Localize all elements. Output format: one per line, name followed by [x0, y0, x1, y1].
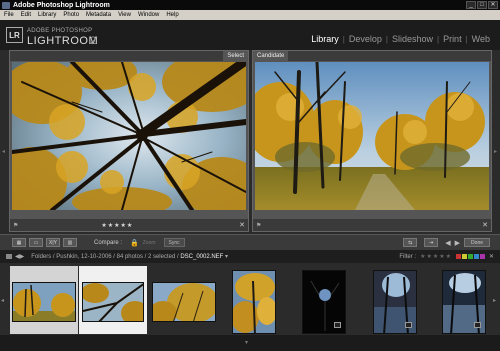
- menu-edit[interactable]: Edit: [21, 12, 31, 18]
- next-photo-icon[interactable]: ▶: [455, 239, 460, 247]
- filter-stars[interactable]: ★★★★★: [420, 253, 452, 260]
- module-develop[interactable]: Develop: [349, 34, 382, 44]
- compare-view-button[interactable]: X|Y: [46, 238, 60, 247]
- lightroom-logo: LR: [6, 27, 23, 43]
- filmstrip-thumb[interactable]: [430, 266, 498, 334]
- candidate-pane-header: Candidate: [253, 51, 491, 61]
- edited-badge-icon: [334, 322, 341, 328]
- identity-bar: LR ADOBE PHOTOSHOP LIGHTROOM 2 Library |…: [0, 20, 500, 50]
- filmstrip: ◂ ▸: [0, 263, 500, 335]
- done-button[interactable]: Done: [464, 238, 490, 247]
- filmstrip-thumb[interactable]: [10, 266, 78, 334]
- filmstrip-scroll-left-icon[interactable]: ◂: [1, 297, 4, 304]
- menu-view[interactable]: View: [118, 12, 131, 18]
- toolbar-right: ⇆ ⇥ ◀ ▶ Done: [403, 238, 490, 247]
- green-label-icon[interactable]: [467, 254, 473, 259]
- filmstrip-scroll-right-icon[interactable]: ▸: [493, 297, 496, 304]
- menu-metadata[interactable]: Metadata: [86, 12, 111, 18]
- filmstrip-source-icon[interactable]: [6, 254, 12, 259]
- filmstrip-thumb[interactable]: [290, 266, 358, 334]
- thumbnail-image: [232, 270, 276, 334]
- compare-toolbar: ▦ ▭ X|Y ▥ Compare : 🔒 Zoom Sync ⇆ ⇥ ◀ ▶ …: [0, 234, 500, 250]
- chevron-down-icon[interactable]: ▾: [225, 254, 228, 260]
- menu-bar: File Edit Library Photo Metadata View Wi…: [0, 10, 500, 20]
- purple-label-icon[interactable]: [479, 254, 485, 259]
- compare-view: ◂ ▸ Select ⚑ ★★★★★ ✕ Candidate ⚑ ✕: [0, 50, 500, 234]
- bottom-panel-toggle-icon[interactable]: ▾: [245, 339, 248, 346]
- color-label-filter[interactable]: [455, 254, 485, 259]
- module-slideshow[interactable]: Slideshow: [392, 34, 433, 44]
- edited-badge-icon: [405, 322, 412, 328]
- red-label-icon[interactable]: [455, 254, 461, 259]
- close-candidate-icon[interactable]: ✕: [482, 221, 488, 229]
- blue-label-icon[interactable]: [473, 254, 479, 259]
- close-select-icon[interactable]: ✕: [239, 221, 245, 229]
- lock-icon[interactable]: 🔒: [130, 239, 139, 247]
- menu-help[interactable]: Help: [166, 12, 178, 18]
- app-icon: [2, 1, 10, 9]
- brand-title: LIGHTROOM: [27, 35, 99, 47]
- select-label: Select: [223, 51, 248, 61]
- flag-icon[interactable]: ⚑: [13, 222, 18, 229]
- candidate-photo[interactable]: [255, 62, 489, 210]
- current-filename: DSC_0002.NEF: [180, 254, 224, 260]
- menu-file[interactable]: File: [4, 12, 14, 18]
- menu-photo[interactable]: Photo: [63, 12, 79, 18]
- left-panel-toggle-icon[interactable]: ◂: [2, 148, 5, 155]
- module-separator: |: [342, 34, 345, 44]
- select-pane-header: Select: [10, 51, 248, 61]
- window-controls: _ □ ✕: [466, 1, 498, 9]
- yellow-label-icon[interactable]: [461, 254, 467, 259]
- brand-subtitle: ADOBE PHOTOSHOP: [27, 28, 93, 34]
- menu-window[interactable]: Window: [138, 12, 159, 18]
- minimize-button[interactable]: _: [466, 1, 476, 9]
- flag-icon[interactable]: ⚑: [256, 222, 261, 229]
- edited-badge-icon: [474, 322, 481, 328]
- maximize-button[interactable]: □: [477, 1, 487, 9]
- grid-view-icon[interactable]: ▦: [12, 238, 26, 247]
- candidate-label: Candidate: [253, 51, 289, 61]
- filmstrip-thumb[interactable]: [220, 266, 288, 334]
- candidate-pane-footer: ⚑ ✕: [253, 219, 491, 231]
- right-panel-toggle-icon[interactable]: ▸: [494, 148, 497, 155]
- thumbnail-image: [82, 282, 144, 322]
- select-photo[interactable]: [12, 62, 246, 210]
- filmstrip-thumb[interactable]: [150, 266, 218, 334]
- filmstrip-thumb[interactable]: [361, 266, 429, 334]
- select-pane[interactable]: Select ⚑ ★★★★★ ✕: [9, 50, 249, 232]
- loupe-view-icon[interactable]: ▭: [29, 238, 43, 247]
- module-print[interactable]: Print: [443, 34, 462, 44]
- thumbnail-image: [152, 282, 216, 322]
- source-breadcrumb[interactable]: Folders / Pushkin, 12-10-2006 / 84 photo…: [31, 253, 228, 260]
- module-picker: Library | Develop | Slideshow | Print | …: [311, 34, 490, 44]
- module-library[interactable]: Library: [311, 34, 339, 44]
- select-rating-stars[interactable]: ★★★★★: [101, 222, 133, 229]
- survey-view-icon[interactable]: ▥: [63, 238, 77, 247]
- module-separator: |: [436, 34, 440, 44]
- brand-version: 2: [90, 35, 97, 47]
- bottom-panel-bar: ▾: [0, 335, 500, 351]
- module-separator: |: [465, 34, 468, 44]
- zoom-slider[interactable]: Zoom: [143, 240, 156, 246]
- thumbnail-image: [12, 282, 76, 322]
- filter-label: Filter :: [399, 253, 417, 260]
- back-arrow-icon[interactable]: ◀▶: [15, 253, 24, 260]
- swap-icon[interactable]: ⇆: [403, 238, 418, 247]
- close-window-button[interactable]: ✕: [488, 1, 498, 9]
- previous-photo-icon[interactable]: ◀: [445, 239, 450, 247]
- filmstrip-thumb[interactable]: [79, 266, 147, 334]
- select-pane-footer: ⚑ ★★★★★ ✕: [10, 219, 248, 231]
- candidate-pane[interactable]: Candidate ⚑ ✕: [252, 50, 492, 232]
- filter-off-icon[interactable]: ✕: [489, 253, 494, 260]
- breadcrumb-path: Folders / Pushkin, 12-10-2006 / 84 photo…: [31, 254, 179, 260]
- window-titlebar: Adobe Photoshop Lightroom _ □ ✕: [0, 0, 500, 10]
- make-select-icon[interactable]: ⇥: [424, 238, 439, 247]
- menu-library[interactable]: Library: [38, 12, 56, 18]
- window-title: Adobe Photoshop Lightroom: [13, 1, 110, 9]
- module-separator: |: [385, 34, 388, 44]
- compare-label: Compare :: [94, 239, 123, 246]
- sync-button[interactable]: Sync: [163, 238, 185, 247]
- filmstrip-bar: ◀▶ Folders / Pushkin, 12-10-2006 / 84 ph…: [0, 250, 500, 263]
- module-web[interactable]: Web: [472, 34, 490, 44]
